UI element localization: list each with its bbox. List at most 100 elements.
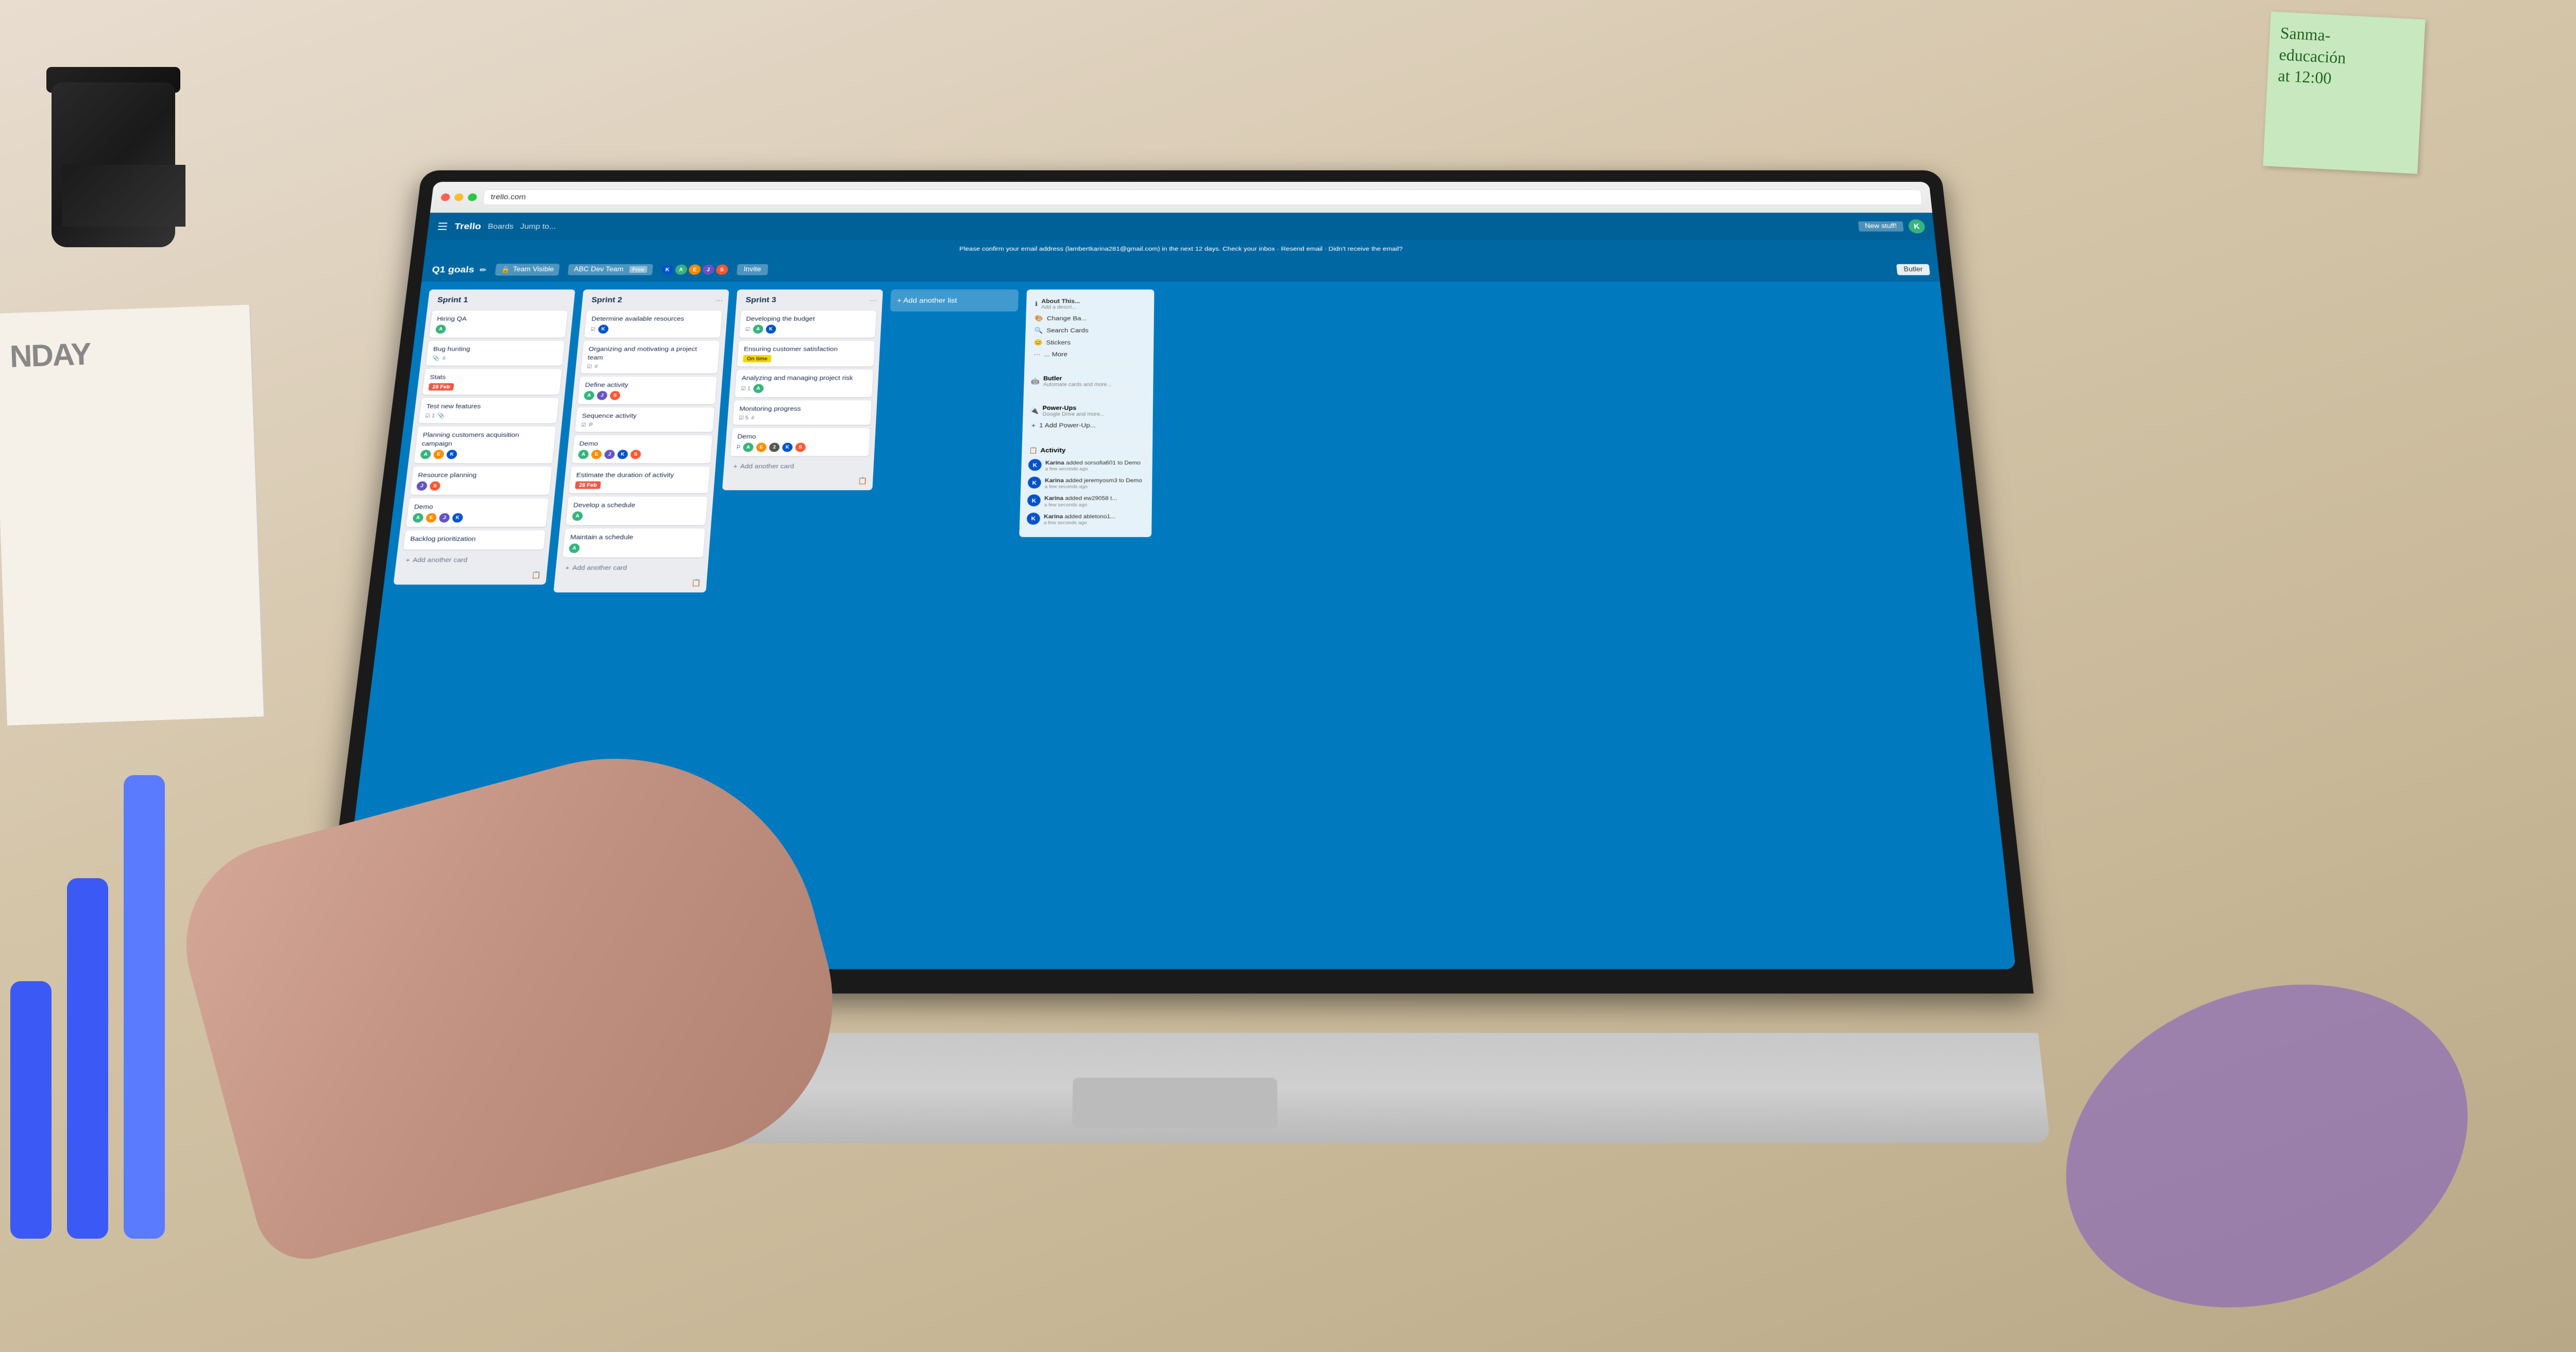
card-organizing[interactable]: Organizing and motivating a project team… — [581, 341, 720, 373]
s2-archive-icon[interactable]: 📋 — [560, 578, 701, 587]
card-hiring-qa[interactable]: Hiring QA A — [429, 311, 568, 337]
activity-time-2: a few seconds ago — [1044, 502, 1117, 507]
board-title: Q1 goals ✏ — [431, 265, 487, 275]
board-sidebar: ℹ About This... Add a descri... 🎨 Change… — [1019, 289, 1154, 537]
notification-text: Please confirm your email address (lambe… — [959, 246, 1403, 252]
card-estimate[interactable]: Estimate the duration of activity 28 Feb — [569, 467, 710, 493]
butler-sub: Automate cards and more... — [1043, 382, 1112, 387]
sprint3-title: Sprint 3 — [741, 294, 780, 305]
about-sub: Add a descri... — [1041, 304, 1080, 310]
visibility-badge[interactable]: 🔒 Team Visible — [495, 264, 560, 276]
blue-bars-decoration — [0, 765, 175, 1249]
butler-button[interactable]: Butler — [1896, 264, 1930, 276]
sprint2-settings[interactable]: ··· — [715, 297, 723, 304]
activity-icon: 📋 — [1029, 447, 1038, 454]
plan-badge: Free — [629, 266, 647, 273]
stickers-button[interactable]: 😊 Stickers — [1032, 336, 1147, 349]
add-list-button[interactable]: + Add another list — [890, 289, 1019, 312]
activity-time-0: a few seconds ago — [1045, 467, 1140, 472]
notification-bar: Please confirm your email address (lambe… — [425, 240, 1937, 258]
butler-section[interactable]: 🤖 Butler Automate cards and more... — [1031, 375, 1146, 387]
butler-icon: 🤖 — [1031, 378, 1040, 385]
activity-avatar-0: K — [1028, 459, 1042, 471]
cup-sleeve — [62, 165, 185, 227]
powerup-icon: 🔌 — [1030, 407, 1039, 414]
sprint1-list: Sprint 1 Hiring QA A Bug hunting � — [393, 289, 575, 585]
card-backlog[interactable]: Backlog prioritization — [403, 530, 546, 550]
sprint2-title: Sprint 2 — [587, 294, 626, 305]
card-demo-s3[interactable]: Demo P A E 2 K S — [731, 428, 870, 456]
stats-badge: 28 Feb — [428, 383, 454, 390]
check-icon: ☑ 1 — [425, 413, 435, 419]
activity-item-0: K Karina added sorsofia601 to Demo a few… — [1028, 459, 1145, 472]
trello-logo: Trello — [454, 221, 482, 232]
s1-archive-icon[interactable]: 📋 — [400, 571, 541, 579]
activity-item-1: K Karina added jeremyosm3 to Demo a few … — [1028, 477, 1145, 490]
card-test-features[interactable]: Test new features ☑ 1 📎 — [419, 398, 559, 423]
bar-1 — [10, 981, 52, 1239]
card-project-risk[interactable]: Analyzing and managing project risk ☑ 1 … — [735, 370, 873, 397]
card-sequence[interactable]: Sequence activity ☑ P — [575, 407, 715, 432]
card-customer-satisfaction[interactable]: Ensuring customer satisfaction On time — [737, 341, 875, 367]
touchpad[interactable] — [1072, 1077, 1278, 1128]
card-resource-planning[interactable]: Resource planning J S — [410, 467, 552, 495]
more-button[interactable]: ··· ... More — [1031, 349, 1147, 361]
sprint1-title: Sprint 1 — [433, 294, 569, 305]
card-maintain-schedule[interactable]: Maintain a schedule A — [563, 528, 705, 557]
user-avatar[interactable]: K — [1908, 219, 1925, 233]
card-define[interactable]: Define activity A J S — [578, 376, 717, 404]
activity-text-1: Karina added jeremyosm3 to Demo — [1045, 477, 1142, 485]
add-icon: + — [1031, 422, 1036, 429]
boards-link[interactable]: Boards — [487, 223, 514, 231]
add-list-label: + Add another list — [897, 297, 957, 305]
about-this-button[interactable]: ℹ About This... Add a descri... — [1033, 296, 1147, 313]
card-demo-s2[interactable]: Demo A E J K S — [572, 435, 713, 463]
minimize-button[interactable] — [454, 193, 464, 201]
member-avatar-S[interactable]: S — [716, 265, 728, 275]
card-planning[interactable]: Planning customers acquisition campaign … — [414, 426, 556, 463]
card-develop-schedule[interactable]: Develop a schedule A — [566, 497, 707, 525]
attachment-icon: 📎 — [432, 355, 440, 362]
jump-to-link[interactable]: Jump to... — [520, 223, 556, 231]
member-avatar-E[interactable]: E — [688, 265, 701, 275]
activity-item-2: K Karina added ew29058 t... a few second… — [1027, 494, 1145, 507]
team-badge[interactable]: ABC Dev Team Free — [568, 264, 653, 276]
add-powerup-button[interactable]: + 1 Add Power-Up... — [1029, 419, 1146, 431]
browser-dots — [440, 193, 477, 201]
card-bug-hunting[interactable]: Bug hunting 📎 # — [426, 341, 564, 366]
bar-2 — [67, 878, 108, 1239]
cup-body — [52, 82, 175, 247]
estimate-badge: 28 Feb — [575, 482, 601, 489]
sprint3-list: Sprint 3 ··· Developing the budget ☑ A K — [722, 289, 883, 490]
add-card-s1[interactable]: + Add another card — [401, 553, 544, 568]
card-demo-s1[interactable]: Demo A E J K — [406, 498, 549, 526]
scene: Sanma- educación at 12:00 trello.co — [0, 0, 2576, 1352]
card-stats[interactable]: Stats 28 Feb — [422, 369, 562, 395]
activity-section: 📋 Activity K Karina added sorsofia601 to… — [1027, 447, 1146, 525]
address-bar[interactable]: trello.com — [483, 190, 1923, 205]
powerups-section[interactable]: 🔌 Power-Ups Google Drive and more... — [1030, 404, 1146, 417]
about-label: About This... — [1041, 298, 1080, 304]
add-card-s3[interactable]: + Add another card — [729, 459, 868, 473]
maximize-button[interactable] — [467, 193, 477, 201]
search-cards-button[interactable]: 🔍 Search Cards — [1032, 324, 1147, 336]
s3-archive-icon[interactable]: 📋 — [728, 477, 867, 485]
change-bg-button[interactable]: 🎨 Change Ba... — [1032, 312, 1147, 324]
activity-text-0: Karina added sorsofia601 to Demo — [1045, 459, 1141, 467]
new-stuff-button[interactable]: New stuff! — [1858, 221, 1904, 232]
activity-avatar-1: K — [1028, 477, 1041, 489]
sprint3-settings[interactable]: ··· — [870, 297, 877, 304]
member-avatar-K[interactable]: K — [661, 265, 674, 275]
member-avatar-A[interactable]: A — [675, 265, 688, 275]
member-avatar-J[interactable]: J — [702, 265, 715, 275]
card-monitoring[interactable]: Monitoring progress ☑ 5 # — [733, 400, 872, 424]
card-determine-resources[interactable]: Determine available resources ☑ K — [584, 311, 722, 337]
butler-label: Butler — [1043, 375, 1112, 382]
add-card-s2[interactable]: + Add another card — [561, 561, 703, 575]
powerups-sub: Google Drive and more... — [1042, 411, 1105, 417]
ontime-badge: On time — [743, 355, 771, 362]
avatar-a: A — [435, 324, 447, 333]
close-button[interactable] — [440, 193, 450, 201]
invite-button[interactable]: Invite — [736, 264, 768, 276]
card-developing-budget[interactable]: Developing the budget ☑ A K — [739, 311, 876, 337]
